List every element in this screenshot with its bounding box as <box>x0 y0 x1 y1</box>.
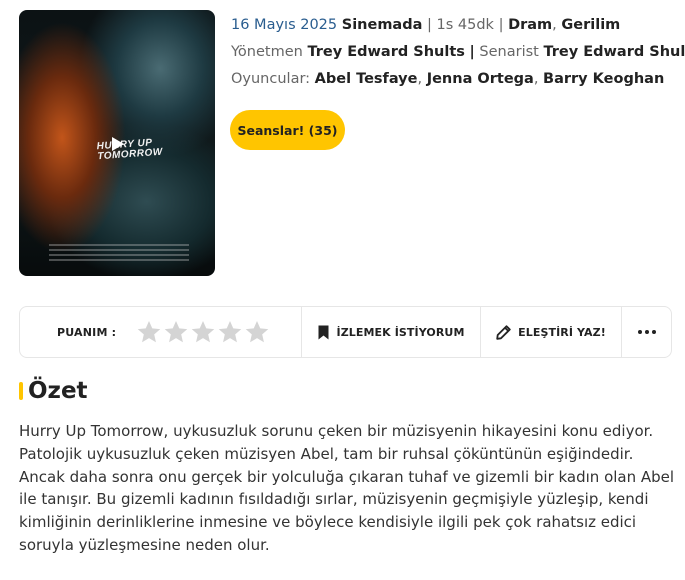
star-icon[interactable] <box>217 319 243 345</box>
action-bar: PUANIM : İZLEMEK İSTİYORUM ELEŞTİRİ YAZ! <box>19 306 672 358</box>
director-link[interactable]: Trey Edward Shults <box>307 44 464 60</box>
summary-header: Özet <box>19 378 88 404</box>
more-options-button[interactable] <box>622 307 671 357</box>
separator: | <box>498 17 504 33</box>
summary-title: Özet <box>28 378 88 404</box>
genre-thriller[interactable]: Gerilim <box>561 17 620 33</box>
separator: | <box>469 44 475 60</box>
crew-line: Yönetmen Trey Edward Shults | Senarist T… <box>231 43 685 61</box>
cast-line: Oyuncular: Abel Tesfaye, Jenna Ortega, B… <box>231 71 665 87</box>
release-info-line: 16 Mayıs 2025 Sinemada | 1s 45dk | Dram,… <box>231 17 621 33</box>
star-icon[interactable] <box>163 319 189 345</box>
sessions-button[interactable]: Seanslar! (35) <box>230 110 345 150</box>
cast-label: Oyuncular: <box>231 71 311 87</box>
poster-title-line-2: TOMORROW <box>97 146 164 163</box>
rating-label: PUANIM : <box>57 325 117 339</box>
pencil-icon <box>496 324 511 340</box>
bookmark-icon <box>318 325 328 339</box>
duration: 1s 45dk <box>436 17 494 33</box>
movie-poster[interactable]: HURRY UP TOMORROW <box>19 10 215 276</box>
poster-title: HURRY UP TOMORROW <box>96 137 164 163</box>
poster-credits-block <box>49 244 189 264</box>
star-icon[interactable] <box>136 319 162 345</box>
cast-link[interactable]: Jenna Ortega <box>427 71 534 87</box>
writer-link[interactable]: Trey Edward Shults <box>543 44 685 60</box>
release-status[interactable]: Sinemada <box>342 17 423 33</box>
genre-drama[interactable]: Dram <box>508 17 552 33</box>
cast-link[interactable]: Abel Tesfaye <box>315 71 418 87</box>
play-icon[interactable] <box>109 135 127 153</box>
more-icon <box>637 330 656 334</box>
summary-text: Hurry Up Tomorrow, uykusuzluk sorunu çek… <box>19 422 675 554</box>
star-icon[interactable] <box>244 319 270 345</box>
write-review-button[interactable]: ELEŞTİRİ YAZ! <box>481 307 622 357</box>
cast-link[interactable]: Barry Keoghan <box>543 71 664 87</box>
watchlist-button[interactable]: İZLEMEK İSTİYORUM <box>302 307 481 357</box>
section-accent-bar <box>19 382 23 400</box>
star-rating[interactable] <box>136 319 270 345</box>
rating-section: PUANIM : <box>20 307 302 357</box>
separator: | <box>427 17 432 33</box>
watchlist-label: İZLEMEK İSTİYORUM <box>336 325 465 339</box>
writer-label: Senarist <box>479 44 539 60</box>
write-review-label: ELEŞTİRİ YAZ! <box>518 325 606 339</box>
star-icon[interactable] <box>190 319 216 345</box>
release-date: 16 Mayıs 2025 <box>231 17 338 33</box>
director-label: Yönetmen <box>231 44 303 60</box>
